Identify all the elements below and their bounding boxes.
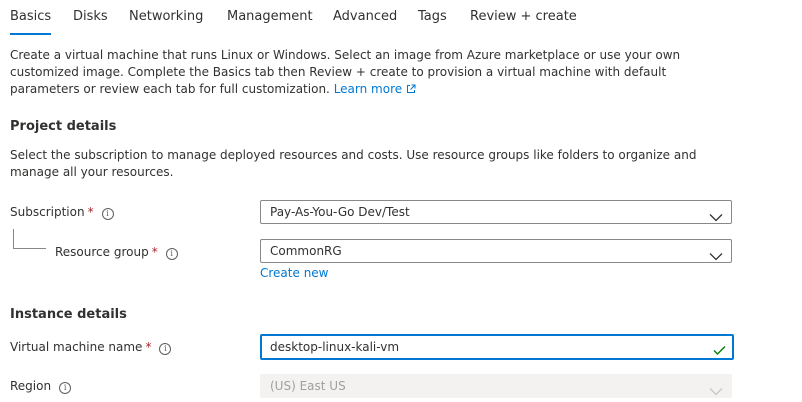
tab-advanced[interactable]: Advanced xyxy=(333,8,397,26)
chevron-down-icon xyxy=(709,381,723,400)
chevron-down-icon xyxy=(709,246,723,265)
required-mark: * xyxy=(87,205,94,219)
info-icon[interactable]: i xyxy=(101,208,114,220)
info-icon[interactable]: i xyxy=(159,343,172,355)
instance-details-title: Instance details xyxy=(10,307,127,322)
check-icon xyxy=(713,341,726,360)
region-label: Region i xyxy=(10,378,72,394)
tab-networking[interactable]: Networking xyxy=(129,8,203,26)
subscription-value: Pay-As-You-Go Dev/Test xyxy=(270,205,410,219)
resource-group-select[interactable]: CommonRG xyxy=(260,239,732,263)
region-value: (US) East US xyxy=(270,379,346,393)
external-link-icon xyxy=(406,82,416,99)
vm-name-value: desktop-linux-kali-vm xyxy=(270,340,400,354)
info-icon[interactable]: i xyxy=(165,248,178,260)
region-select: (US) East US xyxy=(260,374,732,398)
learn-more-link[interactable]: Learn more xyxy=(334,82,416,96)
resource-group-value: CommonRG xyxy=(270,244,342,258)
chevron-down-icon xyxy=(709,207,723,226)
info-icon[interactable]: i xyxy=(59,382,72,394)
tab-basics[interactable]: Basics xyxy=(10,8,52,35)
tree-connector-horizontal xyxy=(13,248,46,249)
project-details-description: Select the subscription to manage deploy… xyxy=(10,148,697,179)
vm-name-label-text: Virtual machine name xyxy=(10,340,143,354)
tab-management[interactable]: Management xyxy=(227,8,313,26)
tab-disks[interactable]: Disks xyxy=(73,8,108,26)
resource-group-label-text: Resource group xyxy=(55,245,149,259)
required-mark: * xyxy=(145,340,152,354)
subscription-select[interactable]: Pay-As-You-Go Dev/Test xyxy=(260,200,732,224)
tab-review-create[interactable]: Review + create xyxy=(470,8,577,26)
create-new-link[interactable]: Create new xyxy=(260,265,329,281)
tab-bar: Basics Disks Networking Management Advan… xyxy=(0,0,802,36)
required-mark: * xyxy=(151,245,158,259)
vm-name-input[interactable]: desktop-linux-kali-vm xyxy=(260,334,734,360)
project-details-title: Project details xyxy=(10,119,117,134)
tab-tags[interactable]: Tags xyxy=(418,8,447,26)
resource-group-label: Resource group * i xyxy=(55,244,178,260)
intro-text: Create a virtual machine that runs Linux… xyxy=(10,47,730,99)
subscription-label: Subscription * i xyxy=(10,204,114,220)
region-label-text: Region xyxy=(10,379,52,393)
vm-name-label: Virtual machine name * i xyxy=(10,339,172,355)
tree-connector-vertical xyxy=(13,229,14,249)
subscription-label-text: Subscription xyxy=(10,205,85,219)
learn-more-label: Learn more xyxy=(333,82,403,96)
